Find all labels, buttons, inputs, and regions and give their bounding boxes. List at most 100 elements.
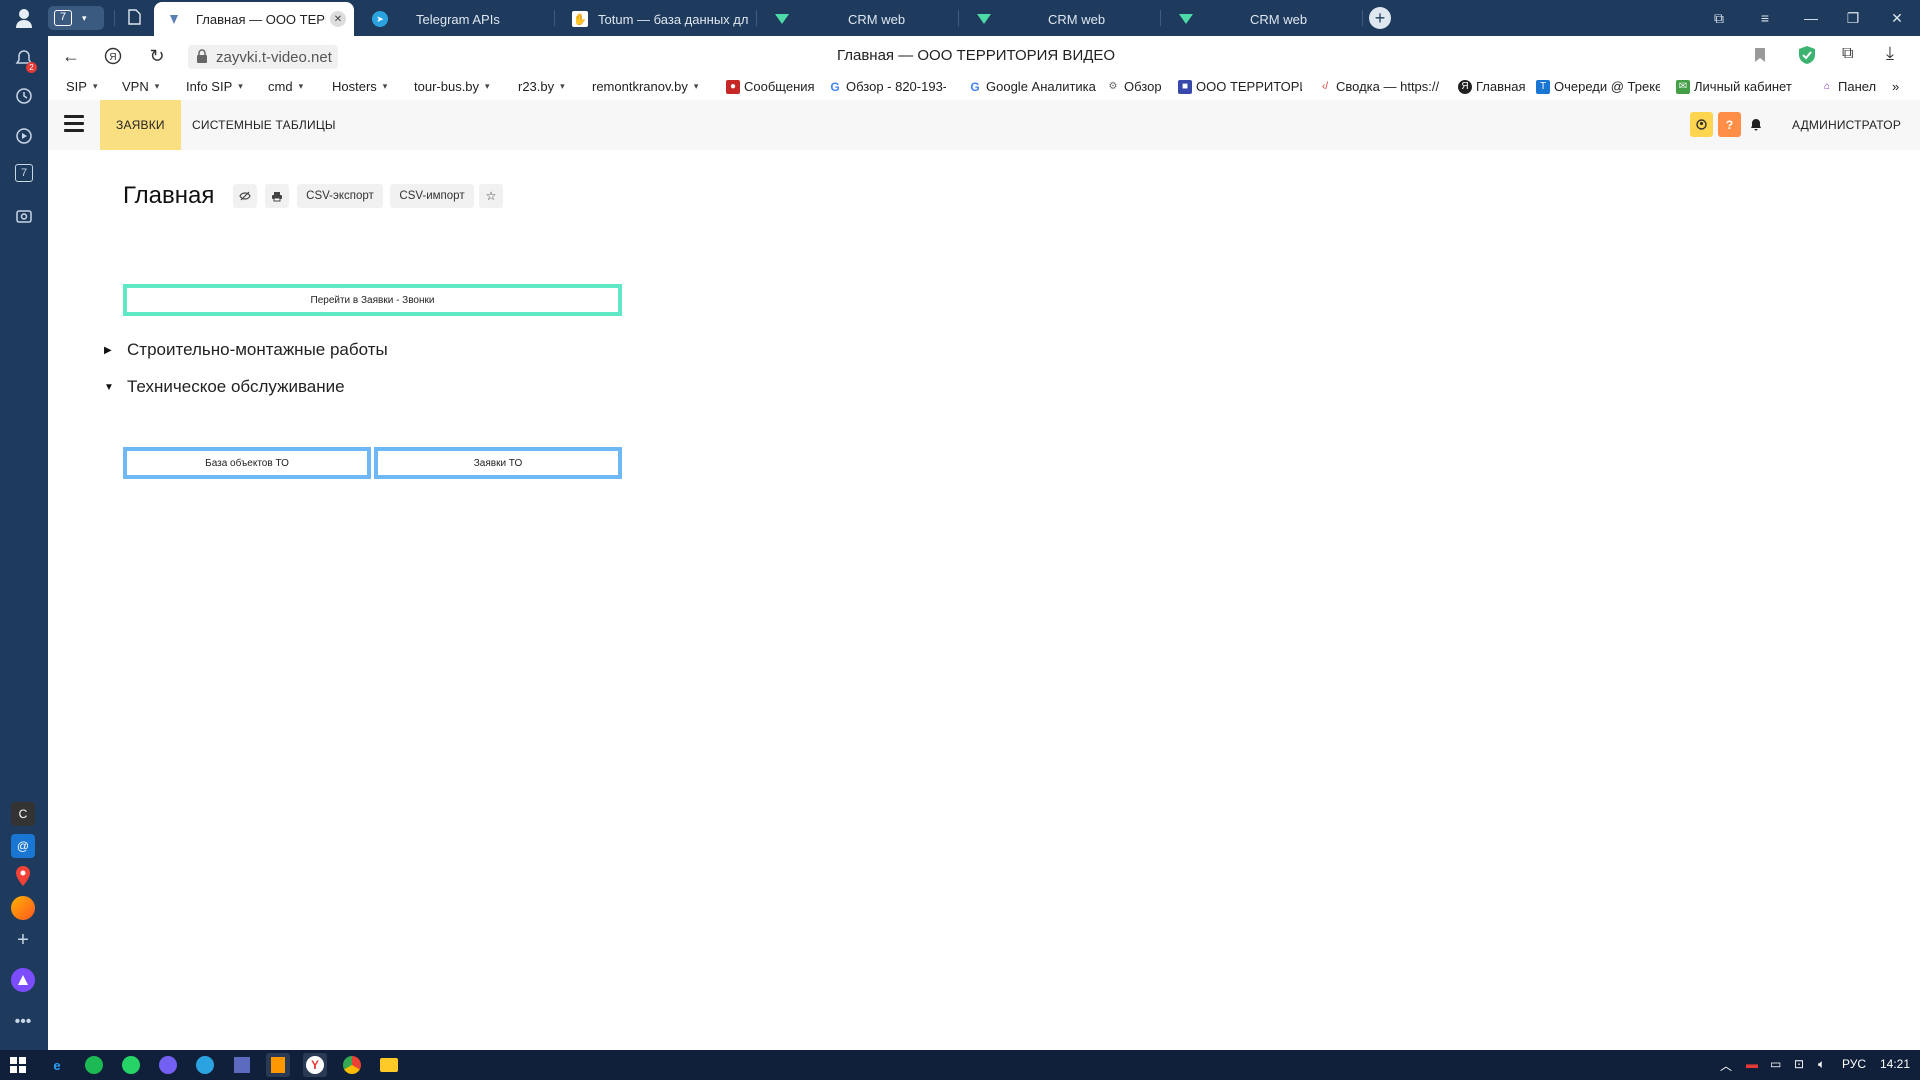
star-icon[interactable]: ☆ [479, 184, 503, 208]
maps-icon[interactable] [11, 864, 35, 888]
section-label: Техническое обслуживание [127, 377, 345, 396]
tab-glavnaya[interactable]: Главная — ООО ТЕРРИТ ✕ [154, 2, 354, 36]
more-bookmarks-icon[interactable]: » [1892, 79, 1899, 94]
bookmark-folder-remontkranov[interactable]: remontkranov.by ▾ [592, 79, 698, 94]
user-icon[interactable] [1690, 112, 1713, 137]
bell-icon[interactable] [1744, 112, 1767, 137]
tab-telegram-apis[interactable]: ➤ Telegram APIs [360, 2, 550, 36]
history-icon[interactable] [12, 84, 36, 108]
chrome-icon[interactable] [340, 1053, 364, 1077]
sublime-icon[interactable] [266, 1053, 290, 1077]
tray-chevron-icon[interactable]: ︿ [1720, 1057, 1732, 1074]
save-app-icon[interactable] [230, 1053, 254, 1077]
tab-groups-button[interactable]: 7 ▾ [48, 6, 104, 30]
whatsapp-icon[interactable] [119, 1053, 143, 1077]
hide-icon[interactable] [233, 184, 257, 208]
download-icon[interactable]: ⤓ [1886, 43, 1894, 64]
network-icon[interactable]: ⊡ [1794, 1057, 1804, 1071]
tab-totum[interactable]: ✋ Totum — база данных для [560, 2, 750, 36]
bookmark-folder-tour-bus[interactable]: tour-bus.by ▾ [414, 79, 490, 94]
close-window-icon[interactable]: ✕ [1874, 0, 1920, 36]
document-icon[interactable] [128, 9, 141, 30]
section-label: Строительно-монтажные работы [127, 340, 388, 359]
bookmark-panel[interactable]: ⌂ Панел [1820, 79, 1876, 94]
page-title-bar: Главная — ООО ТЕРРИТОРИЯ ВИДЕО [836, 47, 1116, 64]
collections-icon[interactable]: ⧉ [1696, 0, 1742, 36]
section-construction[interactable]: ▶ Строительно-монтажные работы [104, 340, 388, 360]
csv-import-button[interactable]: CSV-импорт [390, 184, 474, 208]
viber-icon[interactable] [156, 1053, 180, 1077]
user-name[interactable]: АДМИНИСТРАТОР [1792, 100, 1901, 150]
tab-system-tables[interactable]: СИСТЕМНЫЕ ТАБЛИЦЫ [192, 100, 336, 150]
battery-icon[interactable]: ▭ [1770, 1057, 1781, 1071]
tab-crm-web-2[interactable]: CRM web [964, 2, 1154, 36]
bookmark-tracker[interactable]: T Очереди @ Треке [1536, 79, 1660, 94]
bookmark-google-overview[interactable]: G Обзор - 820-193- [828, 79, 946, 94]
protect-shield-icon[interactable] [1798, 45, 1816, 70]
tray-app-icon[interactable]: ▬ [1746, 1057, 1758, 1071]
caret-right-icon: ▶ [104, 344, 112, 356]
bookmark-icon[interactable] [1754, 47, 1766, 68]
add-panel-icon[interactable]: + [11, 928, 35, 952]
bookmark-label: Очереди @ Треке [1554, 79, 1660, 94]
extensions-icon[interactable]: ⧉ [1842, 45, 1853, 63]
explorer-icon[interactable] [377, 1053, 401, 1077]
close-tab-icon[interactable]: ✕ [330, 11, 346, 27]
spotify-icon[interactable] [82, 1053, 106, 1077]
windows-start-icon[interactable] [6, 1053, 30, 1077]
bookmark-glavnaya[interactable]: Я Главная [1458, 79, 1525, 94]
bookmark-folder-r23[interactable]: r23.by ▾ [518, 79, 565, 94]
clock[interactable]: 14:21 [1880, 1057, 1910, 1071]
bookmark-folder-info-sip[interactable]: Info SIP ▾ [186, 79, 243, 94]
ie-icon[interactable]: e [45, 1053, 69, 1077]
restore-icon[interactable]: ❐ [1830, 0, 1876, 36]
tab-title: Totum — база данных для [598, 11, 748, 27]
section-maintenance[interactable]: ▼ Техническое обслуживание [104, 377, 345, 397]
chevron-down-icon: ▾ [82, 12, 87, 23]
profile-icon[interactable] [12, 6, 36, 30]
bookmark-messages[interactable]: ● Сообщения [726, 79, 815, 94]
telegram-icon[interactable] [193, 1053, 217, 1077]
bookmark-overview[interactable]: ⚙ Обзор [1106, 79, 1162, 94]
go-to-calls-button[interactable]: Перейти в Заявки - Звонки [123, 284, 622, 316]
chevron-down-icon: ▾ [238, 81, 243, 91]
bookmark-folder-sip[interactable]: SIP ▾ [66, 79, 98, 94]
bookmark-territoriya[interactable]: ■ ООО ТЕРРИТОРИ [1178, 79, 1302, 94]
tab-zayavki[interactable]: ЗАЯВКИ [100, 100, 181, 150]
bookmark-folder-hosters[interactable]: Hosters ▾ [332, 79, 387, 94]
chevron-down-icon: ▾ [382, 81, 388, 91]
mail-icon: ✉ [1676, 79, 1690, 94]
bookmark-label: Обзор - 820-193- [846, 79, 946, 94]
csv-export-button[interactable]: CSV-экспорт [297, 184, 383, 208]
more-icon[interactable]: ••• [11, 1010, 35, 1034]
crm-web-icon [1178, 11, 1194, 27]
c-app-icon[interactable]: C [11, 802, 35, 826]
crm-web-icon [774, 11, 790, 27]
new-tab-button[interactable]: + [1369, 7, 1391, 29]
volume-icon[interactable]: 🔈︎ [1818, 1057, 1825, 1072]
bookmark-svodka[interactable]: ‹/ Сводка — https:// [1318, 79, 1439, 94]
browser-sidebar: 2 7 C @ + ••• [0, 0, 48, 1050]
market-icon[interactable] [11, 896, 35, 920]
help-button[interactable]: ? [1718, 112, 1741, 137]
bookmark-cabinet[interactable]: ✉ Личный кабинет [1676, 79, 1792, 94]
calendar-icon[interactable]: 7 [15, 164, 33, 182]
yandex-browser-icon[interactable]: Y [303, 1053, 327, 1077]
hamburger-menu-icon[interactable] [64, 115, 84, 133]
tab-title: Главная — ООО ТЕРРИТ [196, 11, 326, 27]
print-icon[interactable] [265, 184, 289, 208]
alice-icon[interactable] [11, 968, 35, 992]
maintenance-requests-button[interactable]: Заявки ТО [374, 447, 622, 479]
minimize-icon[interactable]: — [1788, 0, 1834, 36]
tab-crm-web-3[interactable]: CRM web [1166, 2, 1356, 36]
maintenance-objects-button[interactable]: База объектов ТО [123, 447, 371, 479]
bookmark-folder-vpn[interactable]: VPN ▾ [122, 79, 159, 94]
tab-crm-web-1[interactable]: CRM web [762, 2, 952, 36]
bookmark-google-analytics[interactable]: G Google Аналитика [968, 79, 1096, 94]
screenshot-icon[interactable] [12, 204, 36, 228]
language-indicator[interactable]: РУС [1842, 1057, 1866, 1071]
menu-icon[interactable]: ≡ [1742, 0, 1788, 36]
bookmark-folder-cmd[interactable]: cmd ▾ [268, 79, 303, 94]
video-icon[interactable] [12, 124, 36, 148]
mail-icon[interactable]: @ [11, 834, 35, 858]
